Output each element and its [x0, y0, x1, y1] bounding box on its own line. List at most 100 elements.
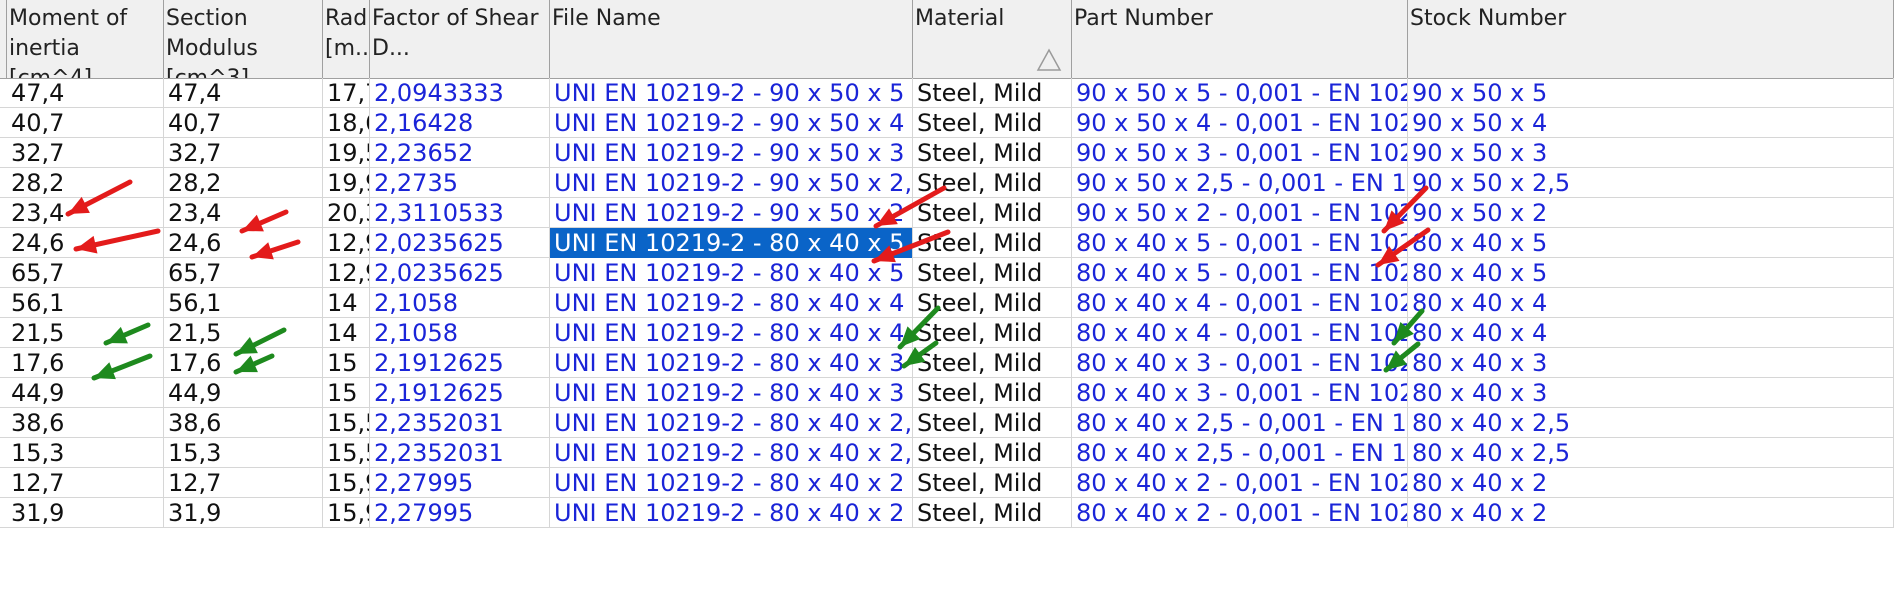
cell-shear[interactable]: 2,1912625	[370, 378, 550, 408]
cell-inertia[interactable]: 17,6	[7, 348, 164, 378]
cell-file[interactable]: UNI EN 10219-2 - 90 x 50 x 5 - 0,001	[550, 78, 913, 108]
cell-radius[interactable]: 20,3	[323, 198, 370, 228]
table-row[interactable]: 28,228,219,92,2735UNI EN 10219-2 - 90 x …	[0, 168, 1894, 198]
cell-radius[interactable]: 14	[323, 318, 370, 348]
cell-file[interactable]: UNI EN 10219-2 - 90 x 50 x 4 - 0,001	[550, 108, 913, 138]
cell-part[interactable]: 80 x 40 x 3 - 0,001 - EN 10219-2	[1072, 348, 1408, 378]
cell-inertia[interactable]: 31,9	[7, 498, 164, 528]
cell-radius[interactable]: 15,9	[323, 468, 370, 498]
cell-material[interactable]: Steel, Mild	[913, 108, 1072, 138]
cell-stock[interactable]: 80 x 40 x 5	[1408, 258, 1894, 288]
cell-stock[interactable]: 80 x 40 x 2,5	[1408, 438, 1894, 468]
cell-stock[interactable]: 80 x 40 x 4	[1408, 318, 1894, 348]
cell-stock[interactable]: 90 x 50 x 3	[1408, 138, 1894, 168]
cell-shear[interactable]: 2,1058	[370, 318, 550, 348]
cell-modulus[interactable]: 31,9	[164, 498, 323, 528]
cell-inertia[interactable]: 44,9	[7, 378, 164, 408]
cell-material[interactable]: Steel, Mild	[913, 468, 1072, 498]
cell-modulus[interactable]: 40,7	[164, 108, 323, 138]
cell-shear[interactable]: 2,0943333	[370, 78, 550, 108]
cell-shear[interactable]: 2,3110533	[370, 198, 550, 228]
cell-shear[interactable]: 2,0235625	[370, 228, 550, 258]
cell-stock[interactable]: 80 x 40 x 5	[1408, 228, 1894, 258]
cell-file[interactable]: UNI EN 10219-2 - 80 x 40 x 4 - 0,001	[550, 318, 913, 348]
table-row[interactable]: 17,6 17,6 15 2,1912625 UNI EN 10219-2 - 80 x…	[0, 348, 1894, 378]
cell-modulus[interactable]: 47,4	[164, 78, 323, 108]
table-row[interactable]: 23,423,420,32,3110533UNI EN 10219-2 - 90…	[0, 198, 1894, 228]
cell-material[interactable]: Steel, Mild	[913, 408, 1072, 438]
cell-material[interactable]: Steel, Mild	[913, 168, 1072, 198]
cell-radius[interactable]: 19,5	[323, 138, 370, 168]
table-row[interactable]: 31,931,915,92,27995UNI EN 10219-2 - 80 x…	[0, 498, 1894, 528]
cell-radius[interactable]: 17,7	[323, 78, 370, 108]
cell-shear[interactable]: 2,16428	[370, 108, 550, 138]
cell-shear[interactable]: 2,0235625	[370, 258, 550, 288]
cell-stock[interactable]: 80 x 40 x 2	[1408, 498, 1894, 528]
table-row[interactable]: 32,732,719,52,23652UNI EN 10219-2 - 90 x…	[0, 138, 1894, 168]
cell-part[interactable]: 80 x 40 x 5 - 0,001 - EN 10219-2	[1072, 258, 1408, 288]
cell-material[interactable]: Steel, Mild	[913, 138, 1072, 168]
cell-modulus[interactable]: 24,6	[164, 228, 323, 258]
cell-file[interactable]: UNI EN 10219-2 - 80 x 40 x 2 - 0,001	[550, 468, 913, 498]
cell-part[interactable]: 80 x 40 x 2,5 - 0,001 - EN 10219-2	[1072, 408, 1408, 438]
column-header-material[interactable]: Material	[913, 0, 1072, 78]
cell-file[interactable]: UNI EN 10219-2 - 80 x 40 x 3 - 0,001	[550, 378, 913, 408]
cell-material[interactable]: Steel, Mild	[913, 348, 1072, 378]
table-row[interactable]: 40,740,718,62,16428UNI EN 10219-2 - 90 x…	[0, 108, 1894, 138]
cell-radius[interactable]: 14	[323, 288, 370, 318]
cell-radius[interactable]: 15	[323, 348, 370, 378]
cell-shear[interactable]: 2,1058	[370, 288, 550, 318]
cell-file[interactable]: UNI EN 10219-2 - 80 x 40 x 4 - 0,001	[550, 288, 913, 318]
table-row[interactable]: 65,765,712,92,0235625UNI EN 10219-2 - 80…	[0, 258, 1894, 288]
cell-modulus[interactable]: 12,7	[164, 468, 323, 498]
cell-inertia[interactable]: 38,6	[7, 408, 164, 438]
cell-stock[interactable]: 80 x 40 x 3	[1408, 348, 1894, 378]
cell-material[interactable]: Steel, Mild	[913, 378, 1072, 408]
cell-inertia[interactable]: 24,6	[7, 228, 164, 258]
table-row[interactable]: 44,9 44,9 15 2,1912625 UNI EN 10219-2 - 80 x…	[0, 378, 1894, 408]
cell-inertia[interactable]: 21,5	[7, 318, 164, 348]
cell-part[interactable]: 90 x 50 x 2,5 - 0,001 - EN 10219-2	[1072, 168, 1408, 198]
cell-material[interactable]: Steel, Mild	[913, 498, 1072, 528]
cell-shear[interactable]: 2,2735	[370, 168, 550, 198]
cell-stock[interactable]: 90 x 50 x 4	[1408, 108, 1894, 138]
cell-part[interactable]: 90 x 50 x 5 - 0,001 - EN 10219-2	[1072, 78, 1408, 108]
cell-stock[interactable]: 80 x 40 x 4	[1408, 288, 1894, 318]
cell-radius[interactable]: 15,9	[323, 498, 370, 528]
cell-modulus[interactable]: 56,1	[164, 288, 323, 318]
cell-material[interactable]: Steel, Mild	[913, 198, 1072, 228]
cell-modulus[interactable]: 15,3	[164, 438, 323, 468]
cell-material[interactable]: Steel, Mild	[913, 258, 1072, 288]
cell-inertia[interactable]: 23,4	[7, 198, 164, 228]
cell-part[interactable]: 90 x 50 x 2 - 0,001 - EN 10219-2	[1072, 198, 1408, 228]
cell-material[interactable]: Steel, Mild	[913, 438, 1072, 468]
column-header-part[interactable]: Part Number	[1072, 0, 1408, 78]
cell-file[interactable]: UNI EN 10219-2 - 90 x 50 x 2 - 0,001	[550, 198, 913, 228]
table-row[interactable]: 38,638,615,52,2352031UNI EN 10219-2 - 80…	[0, 408, 1894, 438]
cell-radius[interactable]: 18,6	[323, 108, 370, 138]
cell-part[interactable]: 80 x 40 x 2,5 - 0,001 - EN 10219-2	[1072, 438, 1408, 468]
column-header-a[interactable]: a	[0, 0, 7, 78]
cell-part[interactable]: 80 x 40 x 3 - 0,001 - EN 10219-2	[1072, 378, 1408, 408]
cell-stock[interactable]: 90 x 50 x 2	[1408, 198, 1894, 228]
cell-inertia[interactable]: 15,3	[7, 438, 164, 468]
column-header-modulus[interactable]: Section Modulus [cm^3]	[164, 0, 323, 78]
cell-radius[interactable]: 15	[323, 378, 370, 408]
cell-modulus[interactable]: 23,4	[164, 198, 323, 228]
cell-stock[interactable]: 80 x 40 x 3	[1408, 378, 1894, 408]
cell-file[interactable]: UNI EN 10219-2 - 80 x 40 x 2 - 0,001	[550, 498, 913, 528]
cell-file[interactable]: UNI EN 10219-2 - 80 x 40 x 5 - 0,001	[550, 228, 913, 258]
table-row[interactable]: 56,1 56,1 14 2,1058 UNI EN 10219-2 - 80 x 40…	[0, 288, 1894, 318]
cell-part[interactable]: 80 x 40 x 2 - 0,001 - EN 10219-2	[1072, 498, 1408, 528]
cell-radius[interactable]: 19,9	[323, 168, 370, 198]
cell-material[interactable]: Steel, Mild	[913, 318, 1072, 348]
cell-part[interactable]: 80 x 40 x 4 - 0,001 - EN 10219-2	[1072, 318, 1408, 348]
cell-shear[interactable]: 2,27995	[370, 468, 550, 498]
cell-shear[interactable]: 2,2352031	[370, 438, 550, 468]
cell-radius[interactable]: 15,5	[323, 408, 370, 438]
cell-modulus[interactable]: 21,5	[164, 318, 323, 348]
cell-inertia[interactable]: 56,1	[7, 288, 164, 318]
cell-radius[interactable]: 15,5	[323, 438, 370, 468]
column-header-inertia[interactable]: Moment of inertia [cm^4]	[7, 0, 164, 78]
cell-part[interactable]: 80 x 40 x 4 - 0,001 - EN 10219-2	[1072, 288, 1408, 318]
